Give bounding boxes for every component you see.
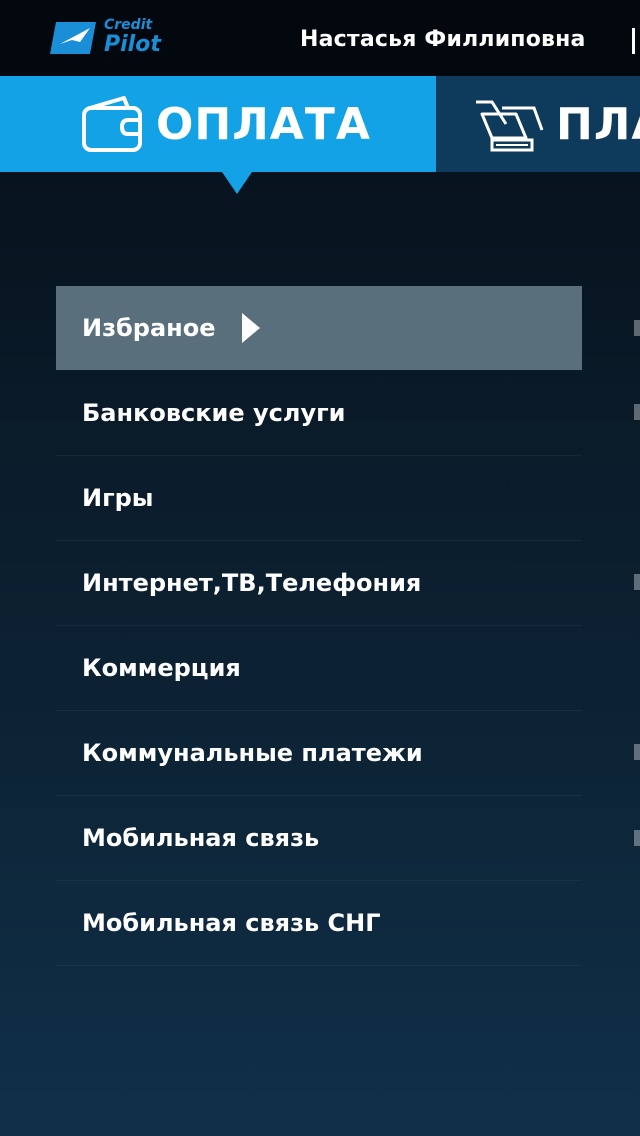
- list-item-favorites[interactable]: Избраное: [56, 286, 582, 370]
- list-item-utilities[interactable]: Коммунальные платежи: [56, 711, 582, 796]
- list-item-games[interactable]: Игры: [56, 456, 582, 541]
- tab-payment[interactable]: ОПЛАТА: [0, 76, 436, 172]
- user-name[interactable]: Настасья Филлиповна: [300, 27, 586, 52]
- top-bar: Credit Pilot Настасья Филлиповна: [0, 0, 640, 76]
- list-item-label: Коммерция: [82, 654, 241, 682]
- tab-planned-label: ПЛА: [556, 98, 640, 150]
- active-tab-pointer: [222, 172, 252, 194]
- list-item-label: Коммунальные платежи: [82, 739, 423, 767]
- list-item-mobile-cis[interactable]: Мобильная связь СНГ: [56, 881, 582, 966]
- payment-device-icon: [476, 100, 544, 152]
- list-item-label: Банковские услуги: [82, 399, 346, 427]
- list-item-commerce[interactable]: Коммерция: [56, 626, 582, 711]
- next-panel-edge: [634, 320, 640, 336]
- next-panel-edge: [634, 744, 640, 760]
- list-item-mobile[interactable]: Мобильная связь: [56, 796, 582, 881]
- tab-payment-label: ОПЛАТА: [156, 98, 371, 150]
- next-panel-edge: [634, 830, 640, 846]
- next-panel-edge: [634, 574, 640, 590]
- category-list: Избраное Банковские услуги Игры Интернет…: [56, 286, 582, 966]
- tab-bar: ОПЛАТА ПЛА: [0, 76, 640, 172]
- wallet-icon: [82, 96, 142, 152]
- list-item-label: Мобильная связь СНГ: [82, 909, 381, 937]
- divider: [632, 28, 635, 54]
- list-item-internet-tv[interactable]: Интернет,ТВ,Телефония: [56, 541, 582, 626]
- logo-line2: Pilot: [104, 32, 161, 57]
- list-item-label: Избраное: [82, 314, 216, 342]
- credit-pilot-logo[interactable]: Credit Pilot: [50, 16, 170, 64]
- tab-planned[interactable]: ПЛА: [436, 76, 640, 172]
- list-item-banking[interactable]: Банковские услуги: [56, 371, 582, 456]
- logo-text: Credit Pilot: [104, 18, 161, 56]
- logo-line1: Credit: [104, 17, 153, 33]
- next-panel-edge: [634, 404, 640, 420]
- chevron-right-icon: [241, 313, 260, 343]
- logo-mark-icon: [50, 22, 96, 54]
- list-item-label: Игры: [82, 484, 154, 512]
- list-item-label: Интернет,ТВ,Телефония: [82, 569, 422, 597]
- list-item-label: Мобильная связь: [82, 824, 320, 852]
